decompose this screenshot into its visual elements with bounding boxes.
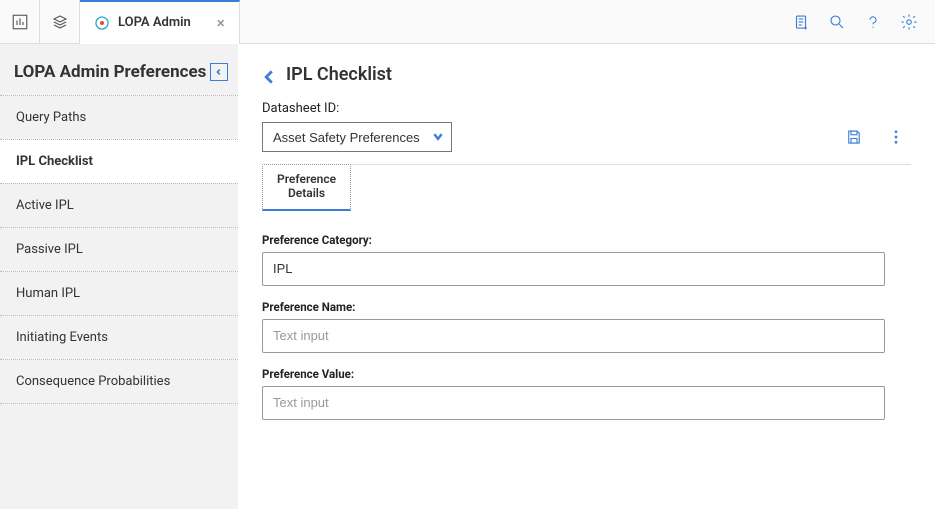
- datasheet-select-wrap: Asset Safety Preferences: [262, 122, 452, 152]
- sidebar-item-label: Passive IPL: [16, 242, 83, 257]
- more-actions-button[interactable]: [881, 122, 911, 152]
- back-button[interactable]: [262, 68, 276, 82]
- sidebar-item-passive-ipl[interactable]: Passive IPL: [0, 227, 238, 272]
- sidebar: LOPA Admin Preferences Query Paths IPL C…: [0, 44, 238, 509]
- sidebar-item-label: Human IPL: [16, 286, 80, 301]
- sidebar-item-label: IPL Checklist: [16, 154, 93, 169]
- kebab-icon: [887, 128, 905, 146]
- topbar: LOPA Admin ×: [0, 0, 935, 44]
- sidebar-item-label: Query Paths: [16, 110, 86, 125]
- datasheet-field-group: Datasheet ID: Asset Safety Preferences: [262, 101, 452, 152]
- form-area: Preference Category: Preference Name: Pr…: [238, 211, 935, 444]
- layout: LOPA Admin Preferences Query Paths IPL C…: [0, 44, 935, 509]
- main: IPL Checklist Datasheet ID: Asset Safety…: [238, 44, 935, 509]
- clipboard-action[interactable]: [783, 0, 819, 44]
- tab-lopa-admin[interactable]: LOPA Admin ×: [80, 0, 240, 44]
- save-icon: [845, 128, 863, 146]
- preference-name-field: Preference Name:: [262, 300, 885, 353]
- sidebar-item-human-ipl[interactable]: Human IPL: [0, 271, 238, 316]
- sidebar-item-label: Consequence Probabilities: [16, 374, 170, 389]
- chevron-left-icon: [215, 68, 223, 76]
- breadcrumb: IPL Checklist: [238, 44, 935, 101]
- save-button[interactable]: [839, 122, 869, 152]
- hierarchy-icon-button[interactable]: [40, 0, 80, 44]
- preference-value-field: Preference Value:: [262, 367, 885, 420]
- help-icon: [864, 13, 882, 31]
- gear-icon: [900, 13, 918, 31]
- sidebar-list: Query Paths IPL Checklist Active IPL Pas…: [0, 96, 238, 404]
- preference-value-input[interactable]: [262, 386, 885, 420]
- close-icon[interactable]: ×: [217, 14, 225, 32]
- preference-name-input[interactable]: [262, 319, 885, 353]
- datasheet-label: Datasheet ID:: [262, 101, 452, 116]
- preference-value-label: Preference Value:: [262, 367, 885, 381]
- sidebar-item-initiating-events[interactable]: Initiating Events: [0, 315, 238, 360]
- sidebar-header: LOPA Admin Preferences: [0, 44, 238, 96]
- preference-category-label: Preference Category:: [262, 233, 885, 247]
- dashboard-icon-button[interactable]: [0, 0, 40, 44]
- settings-action[interactable]: [891, 0, 927, 44]
- clipboard-icon: [792, 13, 810, 31]
- search-icon: [828, 13, 846, 31]
- bar-chart-icon: [11, 13, 29, 31]
- sidebar-title: LOPA Admin Preferences: [14, 62, 206, 82]
- sidebar-item-query-paths[interactable]: Query Paths: [0, 95, 238, 140]
- help-action[interactable]: [855, 0, 891, 44]
- preference-name-label: Preference Name:: [262, 300, 885, 314]
- datasheet-select[interactable]: Asset Safety Preferences: [262, 122, 452, 152]
- preference-category-input[interactable]: [262, 252, 885, 286]
- subtab-label: Preference Details: [277, 172, 336, 200]
- chevron-left-icon: [262, 70, 276, 84]
- toolbar-row: Datasheet ID: Asset Safety Preferences: [238, 101, 935, 152]
- page-title: IPL Checklist: [286, 64, 392, 85]
- sidebar-item-label: Active IPL: [16, 198, 74, 213]
- subtab-preference-details[interactable]: Preference Details: [262, 164, 351, 211]
- preference-category-field: Preference Category:: [262, 233, 885, 286]
- app-logo-icon: [94, 15, 110, 31]
- sidebar-item-label: Initiating Events: [16, 330, 108, 345]
- tab-label: LOPA Admin: [118, 15, 191, 30]
- layers-icon: [51, 13, 69, 31]
- sidebar-item-ipl-checklist[interactable]: IPL Checklist: [0, 139, 238, 184]
- sidebar-item-consequence-probabilities[interactable]: Consequence Probabilities: [0, 359, 238, 404]
- subtabs: Preference Details: [238, 164, 935, 211]
- search-action[interactable]: [819, 0, 855, 44]
- collapse-sidebar-button[interactable]: [210, 63, 228, 81]
- sidebar-item-active-ipl[interactable]: Active IPL: [0, 183, 238, 228]
